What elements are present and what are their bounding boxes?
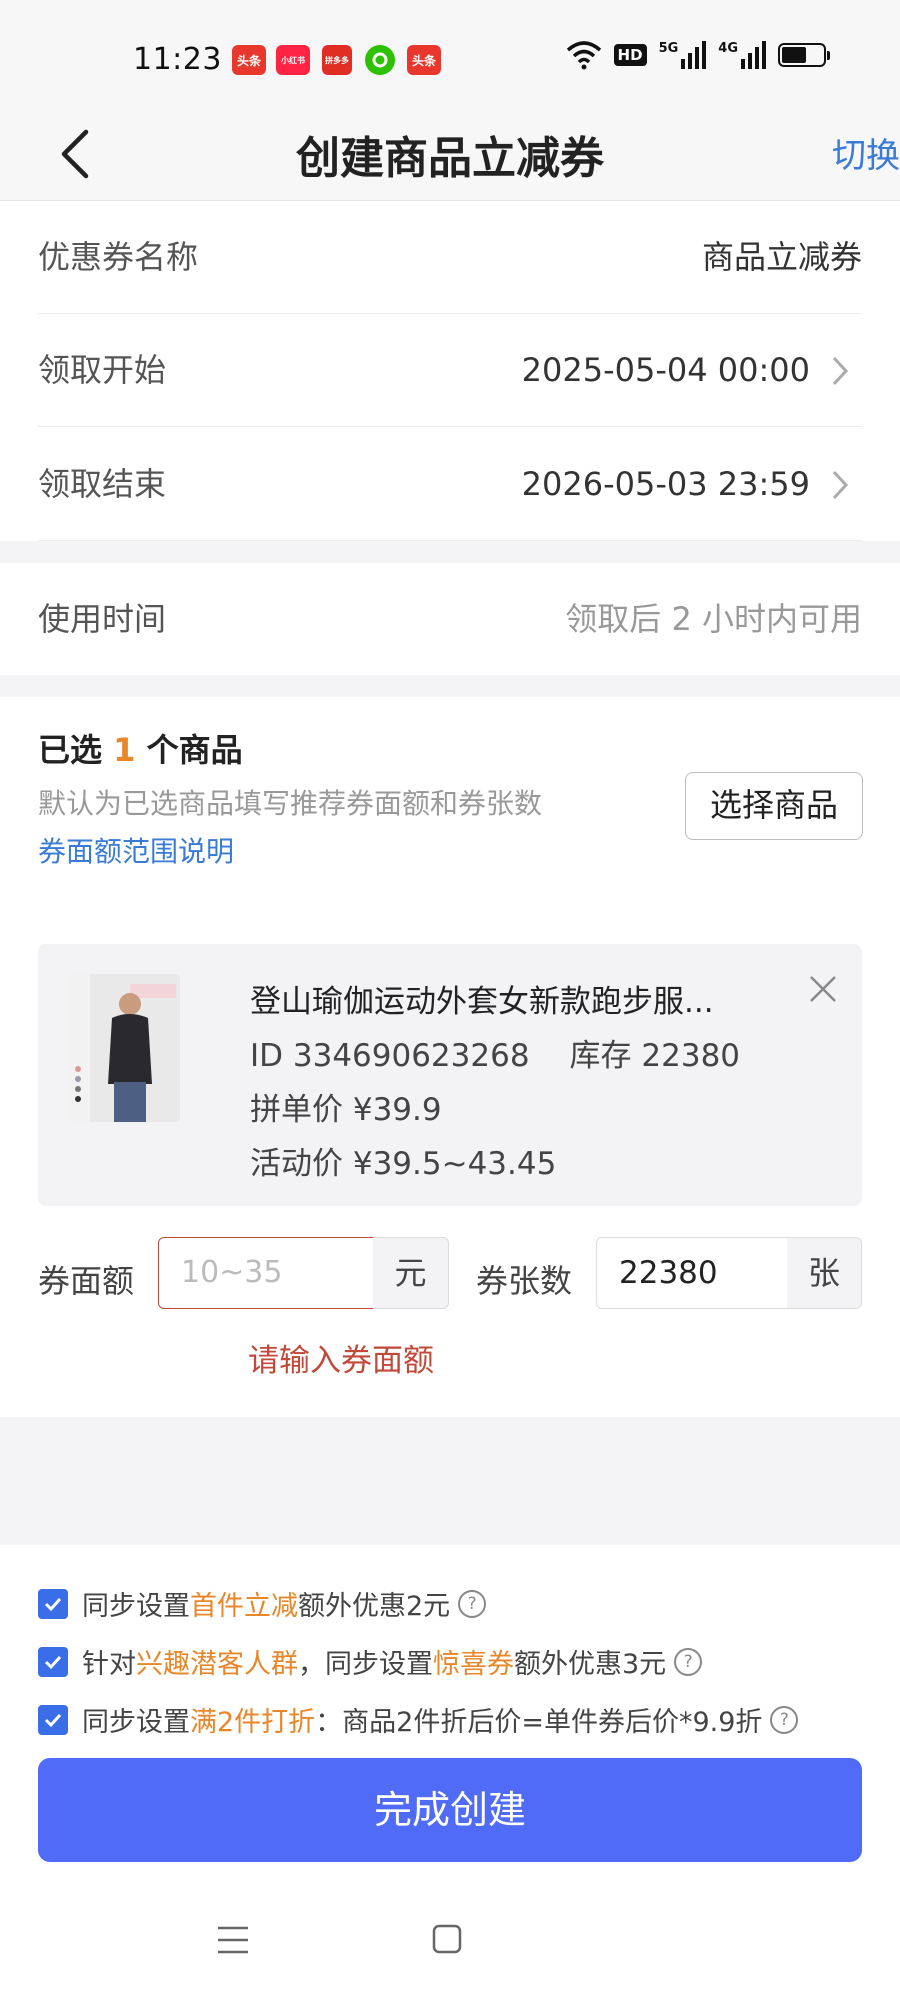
coupon-basic-section: 优惠券名称 商品立减券 领取开始 2025-05-04 00:00 领取结束 2… bbox=[0, 201, 900, 541]
claim-start-value: 2025-05-04 00:00 bbox=[521, 351, 810, 389]
claim-end-row[interactable]: 领取结束 2026-05-03 23:59 bbox=[38, 428, 862, 541]
switch-button[interactable]: 切换 bbox=[832, 128, 900, 177]
chevron-right-icon bbox=[832, 470, 849, 500]
help-icon[interactable]: ? bbox=[458, 1589, 487, 1618]
product-group-price: 拼单价 ¥39.9 bbox=[250, 1092, 442, 1128]
checkbox-checked-icon[interactable] bbox=[38, 1646, 68, 1677]
usage-time-row: 使用时间 领取后 2 小时内可用 bbox=[38, 563, 862, 675]
battery-icon bbox=[778, 43, 830, 67]
option-surprise-coupon[interactable]: 针对 兴趣潜客人群 ，同步设置 惊喜券 额外优惠3元 ? bbox=[38, 1642, 703, 1681]
claim-start-label: 领取开始 bbox=[38, 351, 167, 389]
amount-range-link[interactable]: 券面额范围说明 bbox=[38, 830, 234, 870]
product-thumbnail[interactable] bbox=[68, 974, 180, 1122]
coupon-amount-unit: 元 bbox=[373, 1237, 449, 1309]
app-notification-icon bbox=[365, 45, 395, 75]
claim-end-value: 2026-05-03 23:59 bbox=[521, 465, 810, 503]
coupon-count-input[interactable]: 22380 bbox=[596, 1237, 788, 1309]
wifi-icon bbox=[566, 41, 601, 70]
nav-header: 创建商品立减券 切换 bbox=[0, 110, 900, 201]
coupon-amount-placeholder: 10~35 bbox=[181, 1255, 283, 1290]
checkbox-checked-icon[interactable] bbox=[38, 1588, 68, 1619]
amount-error-message: 请输入券面额 bbox=[248, 1343, 434, 1379]
close-icon[interactable] bbox=[808, 974, 838, 1004]
product-activity-price: 活动价 ¥39.5~43.45 bbox=[250, 1146, 557, 1182]
coupon-amount-label: 券面额 bbox=[38, 1262, 135, 1300]
coupon-name-value: 商品立减券 bbox=[701, 238, 862, 276]
usage-time-value: 领取后 2 小时内可用 bbox=[565, 600, 862, 638]
menu-icon[interactable] bbox=[216, 1925, 250, 1955]
choose-product-button[interactable]: 选择商品 bbox=[685, 772, 863, 840]
coupon-count-value: 22380 bbox=[619, 1255, 718, 1291]
hd-icon: HD bbox=[613, 44, 647, 66]
app-notification-icon: 拼多多 bbox=[322, 45, 352, 75]
coupon-amount-input[interactable]: 10~35 bbox=[158, 1237, 374, 1309]
product-id-stock: ID 334690623268 库存 22380 bbox=[250, 1030, 740, 1075]
option-first-item-discount[interactable]: 同步设置 首件立减 额外优惠2元 ? bbox=[38, 1584, 487, 1623]
home-square-icon[interactable] bbox=[432, 1924, 462, 1954]
complete-create-button[interactable]: 完成创建 bbox=[38, 1758, 862, 1862]
signal-4g-icon: 4G bbox=[718, 41, 766, 69]
app-notification-icon: 小红书 bbox=[276, 45, 310, 75]
page-title: 创建商品立减券 bbox=[296, 133, 604, 184]
help-icon[interactable]: ? bbox=[770, 1705, 799, 1734]
coupon-name-label: 优惠券名称 bbox=[38, 238, 199, 276]
coupon-count-unit: 张 bbox=[787, 1237, 862, 1309]
product-stock: 库存 22380 bbox=[569, 1038, 741, 1074]
help-icon[interactable]: ? bbox=[674, 1647, 703, 1676]
coupon-count-label: 券张数 bbox=[476, 1262, 573, 1300]
status-bar: 11:23 头条 小红书 拼多多 头条 HD 5G 4G bbox=[0, 0, 900, 110]
signal-5g-icon: 5G bbox=[659, 41, 707, 69]
option-multi-item-discount[interactable]: 同步设置 满2件打折 ：商品2件折后价=单件券后价*9.9折 ? bbox=[38, 1700, 799, 1739]
usage-time-label: 使用时间 bbox=[38, 600, 167, 638]
product-card: 登山瑜伽运动外套女新款跑步服... ID 334690623268 库存 2238… bbox=[38, 944, 862, 1206]
app-notification-icon: 头条 bbox=[232, 45, 266, 75]
selected-count: 1 bbox=[113, 731, 136, 769]
system-nav-bar bbox=[0, 1880, 900, 2000]
claim-end-label: 领取结束 bbox=[38, 465, 167, 503]
status-time: 11:23 bbox=[133, 42, 222, 77]
selection-description: 默认为已选商品填写推荐券面额和券张数 bbox=[38, 787, 543, 820]
product-name: 登山瑜伽运动外套女新款跑步服... bbox=[250, 984, 714, 1020]
selected-count-heading: 已选 1 个商品 bbox=[38, 731, 243, 769]
chevron-right-icon bbox=[832, 356, 849, 386]
coupon-name-row: 优惠券名称 商品立减券 bbox=[38, 201, 862, 314]
product-id: ID 334690623268 bbox=[250, 1038, 530, 1074]
claim-start-row[interactable]: 领取开始 2025-05-04 00:00 bbox=[38, 314, 862, 427]
app-notification-icon: 头条 bbox=[407, 45, 441, 75]
usage-time-section: 使用时间 领取后 2 小时内可用 bbox=[0, 563, 900, 675]
checkbox-checked-icon[interactable] bbox=[38, 1704, 68, 1735]
